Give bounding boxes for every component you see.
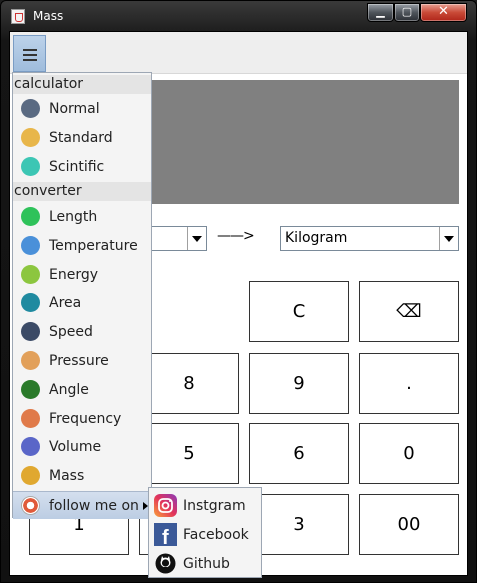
menu-item-scintific[interactable]: Scintific	[13, 153, 151, 181]
menu-item-energy[interactable]: Energy	[13, 261, 151, 289]
frequency-wave-icon	[21, 408, 40, 428]
menu-item-speed[interactable]: Speed	[13, 318, 151, 346]
key-double-zero[interactable]: 00	[359, 494, 459, 555]
to-unit-select[interactable]: Kilogram	[280, 226, 459, 251]
menu-item-angle[interactable]: Angle	[13, 376, 151, 404]
menu-item-frequency[interactable]: Frequency	[13, 405, 151, 433]
submenu-item-label: Github	[183, 556, 230, 572]
menu-item-normal[interactable]: Normal	[13, 95, 151, 123]
menu-item-label: Normal	[49, 101, 100, 117]
backspace-button[interactable]: ⌫	[359, 281, 459, 342]
menu-item-temperature[interactable]: Temperature	[13, 232, 151, 260]
key-3[interactable]: 3	[249, 494, 349, 555]
conversion-arrow: ——>	[217, 228, 255, 244]
angle-icon	[21, 379, 40, 399]
menu-item-label: Scintific	[49, 159, 105, 175]
menu-item-label: Frequency	[49, 410, 122, 427]
key-6[interactable]: 6	[249, 423, 349, 484]
submenu-item-instagram[interactable]: Instgram	[149, 491, 261, 520]
submenu-item-label: Facebook	[183, 527, 249, 543]
to-unit-value: Kilogram	[285, 230, 348, 246]
hamburger-icon	[23, 59, 37, 61]
menu-item-label: Speed	[49, 324, 93, 341]
menu-item-length[interactable]: Length	[13, 203, 151, 231]
menu-item-label: Energy	[49, 266, 99, 283]
menu-item-label: Angle	[49, 381, 89, 398]
window-title: Mass	[33, 9, 64, 23]
clear-button[interactable]: C	[249, 281, 349, 342]
close-button[interactable]: ✕	[420, 3, 467, 22]
location-pin-icon	[21, 293, 40, 313]
menu-item-volume[interactable]: Volume	[13, 433, 151, 461]
weight-icon	[21, 466, 40, 486]
menu-item-label: Mass	[49, 468, 85, 485]
speedometer-icon	[21, 322, 40, 342]
menu-item-label: Volume	[49, 439, 102, 456]
hamburger-menu-button[interactable]	[13, 35, 46, 72]
key-0[interactable]: 0	[359, 423, 459, 484]
java-app-icon	[11, 9, 25, 24]
lifebuoy-icon	[21, 496, 40, 515]
maximize-button[interactable]: ▢	[394, 3, 420, 22]
hamburger-icon	[23, 54, 37, 56]
key-5[interactable]: 5	[139, 423, 239, 484]
ruler-icon	[21, 207, 40, 226]
title-bar[interactable]: Mass ▁ ▢ ✕	[1, 1, 477, 31]
pressure-gauge-icon	[21, 351, 40, 370]
facebook-icon: f	[154, 523, 177, 549]
scientific-calculator-icon	[21, 157, 40, 176]
app-window: Mass ▁ ▢ ✕ ——> Kilogram C ⌫ 8 9 . 5 6 0	[0, 0, 477, 583]
menu-item-mass[interactable]: Mass	[13, 462, 151, 490]
menu-item-pressure[interactable]: Pressure	[13, 347, 151, 375]
key-8[interactable]: 8	[139, 353, 239, 414]
converter-section-header: converter	[13, 182, 151, 201]
standard-calculator-icon	[21, 128, 40, 147]
chevron-down-icon[interactable]	[187, 227, 206, 250]
thermometer-icon	[21, 235, 40, 255]
instagram-icon	[154, 494, 177, 517]
github-icon	[154, 552, 177, 575]
hamburger-icon	[23, 49, 37, 51]
submenu-item-facebook[interactable]: f Facebook	[149, 520, 261, 549]
side-menu: calculator Normal Standard Scintific conve…	[12, 72, 152, 519]
key-decimal[interactable]: .	[359, 353, 459, 414]
normal-calculator-icon	[21, 99, 40, 118]
menu-item-label: Standard	[49, 130, 113, 146]
chevron-down-icon[interactable]	[439, 227, 458, 250]
calculator-section-header: calculator	[13, 75, 151, 94]
follow-submenu: Instgram f Facebook Github	[148, 487, 262, 578]
key-9[interactable]: 9	[249, 353, 349, 414]
submenu-item-github[interactable]: Github	[149, 549, 261, 578]
minimize-button[interactable]: ▁	[367, 3, 394, 22]
menu-item-follow-me-on[interactable]: follow me on	[13, 491, 151, 519]
submenu-item-label: Instgram	[183, 498, 246, 514]
svg-text:f: f	[162, 527, 169, 546]
volume-cylinder-icon	[21, 437, 40, 457]
menu-item-label: Pressure	[49, 353, 109, 369]
menu-item-standard[interactable]: Standard	[13, 124, 151, 152]
menu-item-label: Area	[49, 295, 82, 312]
menu-item-label: Temperature	[49, 237, 138, 254]
menu-item-label: follow me on	[49, 498, 139, 514]
menu-item-label: Length	[49, 209, 98, 225]
lightning-icon	[21, 264, 40, 284]
toolbar	[10, 32, 467, 74]
menu-item-area[interactable]: Area	[13, 289, 151, 317]
